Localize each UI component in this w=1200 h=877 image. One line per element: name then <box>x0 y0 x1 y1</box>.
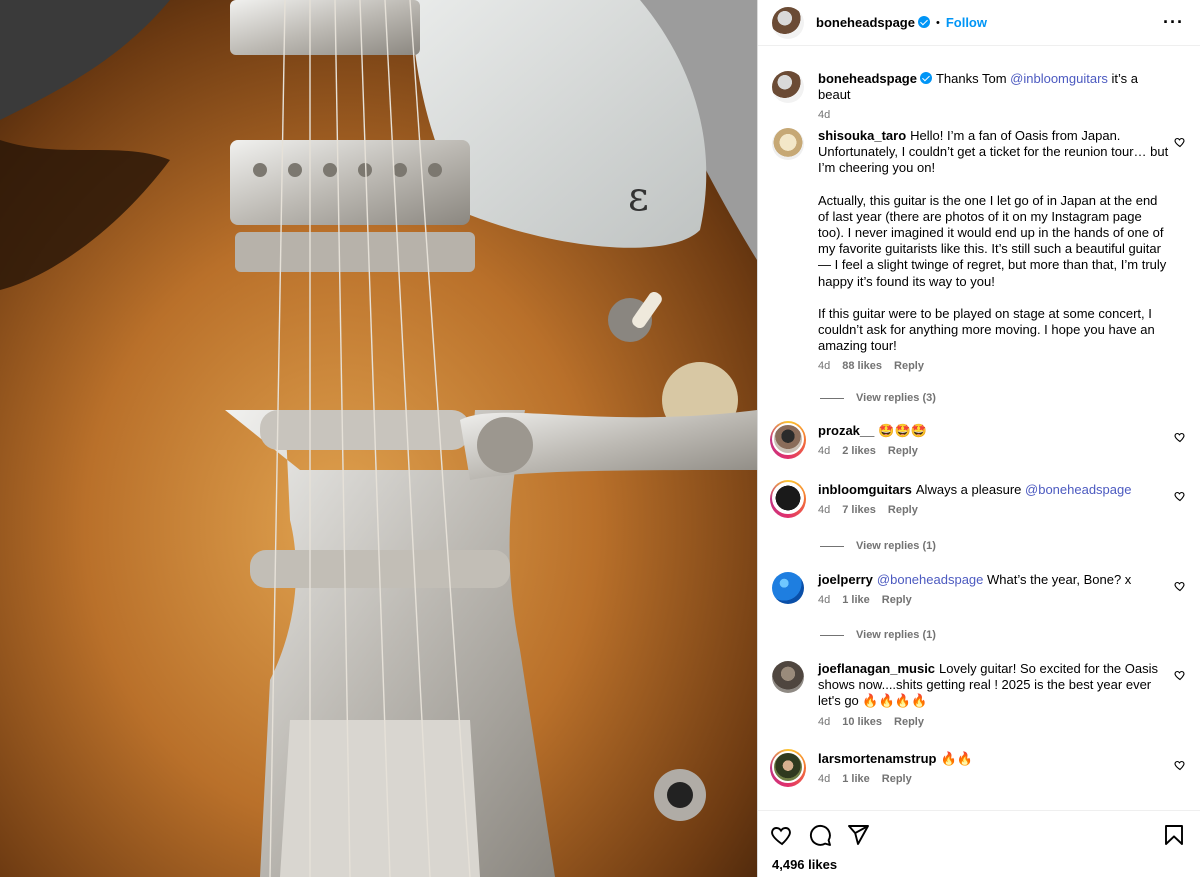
reply-button[interactable]: Reply <box>894 714 924 730</box>
avatar[interactable] <box>772 572 804 604</box>
heart-icon[interactable] <box>1174 669 1186 681</box>
heart-icon[interactable] <box>770 823 794 847</box>
avatar[interactable] <box>772 661 804 693</box>
comment-text: @boneheadspage What’s the year, Bone? x <box>876 572 1132 587</box>
view-replies-button[interactable]: View replies (3) <box>820 392 936 404</box>
comment-username[interactable]: joelperry <box>818 572 873 587</box>
comment: inbloomguitars Always a pleasure @bonehea… <box>770 480 1186 519</box>
replies-line <box>820 545 844 547</box>
reply-button[interactable]: Reply <box>882 592 912 608</box>
comment: joeflanagan_music Lovely guitar! So excit… <box>772 661 1186 730</box>
comment-username[interactable]: joeflanagan_music <box>818 661 935 676</box>
caption: boneheadspage Thanks Tom @inbloomguitars … <box>772 71 1186 124</box>
post-header: boneheadspage • Follow ··· <box>758 0 1200 46</box>
comment-text: If this guitar were to be played on stag… <box>818 305 1155 354</box>
heart-icon[interactable] <box>1174 490 1186 502</box>
story-ring[interactable] <box>770 749 806 788</box>
comment: prozak__ 🤩🤩🤩 4d 2 likes Reply <box>770 421 1186 460</box>
heart-icon[interactable] <box>1174 759 1186 771</box>
comment-time[interactable]: 4d <box>818 714 830 730</box>
reply-button[interactable]: Reply <box>888 502 918 518</box>
mention-link[interactable]: @inbloomguitars <box>1010 71 1108 86</box>
comment-likes[interactable]: 1 like <box>842 592 870 608</box>
mention-link[interactable]: @boneheadspage <box>1025 482 1131 497</box>
comment-time[interactable]: 4d <box>818 358 830 374</box>
comment-likes[interactable]: 88 likes <box>842 358 882 374</box>
comment-time[interactable]: 4d <box>818 107 830 123</box>
comment: larsmortenamstrup 🔥🔥 4d 1 like Reply <box>770 749 1186 788</box>
avatar[interactable] <box>772 128 804 160</box>
comment-username[interactable]: prozak__ <box>818 423 874 438</box>
comment-username[interactable]: boneheadspage <box>818 71 932 86</box>
comment-text: Always a pleasure @boneheadspage <box>915 482 1132 497</box>
more-options-icon[interactable]: ··· <box>1163 12 1184 33</box>
comment-likes[interactable]: 10 likes <box>842 714 882 730</box>
view-replies-button[interactable]: View replies (1) <box>820 629 936 641</box>
comment-username[interactable]: shisouka_taro <box>818 128 906 143</box>
comment-time[interactable]: 4d <box>818 502 830 518</box>
mention-link[interactable]: @boneheadspage <box>877 572 983 587</box>
avatar <box>772 751 804 783</box>
heart-icon[interactable] <box>1174 136 1186 148</box>
comment-icon[interactable] <box>808 823 832 847</box>
comment-text: Actually, this guitar is the one I let g… <box>818 192 1167 289</box>
view-replies-button[interactable]: View replies (1) <box>820 540 936 552</box>
comment-text: 🤩🤩🤩 <box>878 423 927 438</box>
post-actions: 4,496 likes <box>758 810 1200 877</box>
post-image[interactable]: ε <box>0 0 757 877</box>
avatar <box>772 482 804 514</box>
comment-time[interactable]: 4d <box>818 771 830 787</box>
story-ring[interactable] <box>770 421 806 460</box>
comment-username[interactable]: inbloomguitars <box>818 482 912 497</box>
author-username[interactable]: boneheadspage <box>816 15 930 30</box>
svg-text:ε: ε <box>628 174 649 220</box>
comment: joelperry @boneheadspage What’s the year,… <box>772 572 1186 608</box>
author-avatar[interactable] <box>772 6 804 39</box>
comment-text: 🔥🔥 <box>940 751 973 766</box>
comment: shisouka_taro Hello! I’m a fan of Oasis f… <box>772 128 1186 375</box>
follow-button[interactable]: Follow <box>946 15 987 30</box>
post-side-panel: boneheadspage • Follow ··· boneheadspage… <box>757 0 1200 877</box>
share-icon[interactable] <box>846 823 870 847</box>
comments-list[interactable]: boneheadspage Thanks Tom @inbloomguitars … <box>758 47 1200 809</box>
comment-time[interactable]: 4d <box>818 443 830 459</box>
reply-button[interactable]: Reply <box>894 358 924 374</box>
replies-line <box>820 397 844 399</box>
replies-line <box>820 634 844 636</box>
reply-button[interactable]: Reply <box>882 771 912 787</box>
bookmark-icon[interactable] <box>1162 823 1186 847</box>
comment-likes[interactable]: 1 like <box>842 771 870 787</box>
avatar <box>772 423 804 455</box>
comment-likes[interactable]: 2 likes <box>842 443 876 459</box>
guitar-photo: ε <box>0 0 757 877</box>
separator-dot: • <box>935 16 940 29</box>
comment-username[interactable]: larsmortenamstrup <box>818 751 936 766</box>
reply-button[interactable]: Reply <box>888 443 918 459</box>
likes-count[interactable]: 4,496 likes <box>758 847 1200 872</box>
heart-icon[interactable] <box>1174 431 1186 443</box>
verified-icon <box>919 72 932 84</box>
comment-time[interactable]: 4d <box>818 592 830 608</box>
verified-icon <box>917 16 930 28</box>
comment-likes[interactable]: 7 likes <box>842 502 876 518</box>
story-ring[interactable] <box>770 480 806 519</box>
avatar[interactable] <box>772 71 804 103</box>
heart-icon[interactable] <box>1174 580 1186 592</box>
